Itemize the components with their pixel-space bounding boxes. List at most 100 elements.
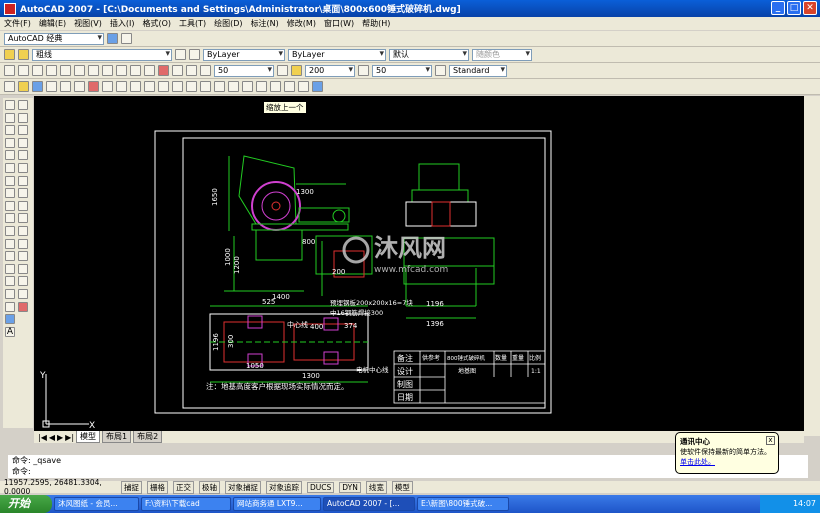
zoom-window-icon[interactable]	[200, 81, 211, 92]
zoom-realtime-icon[interactable]	[186, 81, 197, 92]
sheet-set-icon[interactable]	[270, 81, 281, 92]
paste-icon[interactable]	[116, 81, 127, 92]
vertical-scrollbar[interactable]	[804, 96, 820, 436]
dimstyle-select[interactable]: 50	[214, 64, 274, 77]
save-icon[interactable]	[32, 81, 43, 92]
close-button[interactable]: ✕	[803, 1, 817, 15]
dim-edit-icon[interactable]	[186, 65, 197, 76]
start-button[interactable]: 开始	[0, 495, 52, 513]
task-mfcad[interactable]: 沐风图纸 - 会员...	[54, 497, 139, 511]
tab-nav-prev-icon[interactable]: ◀	[49, 433, 55, 442]
workspace-select[interactable]: AutoCAD 经典	[4, 32, 104, 45]
rectangle-icon[interactable]	[5, 150, 15, 161]
osnap-toggle[interactable]: 对象捕捉	[225, 480, 261, 494]
trim-icon[interactable]	[18, 213, 28, 224]
tolerance-icon[interactable]	[158, 65, 169, 76]
layer-previous-icon[interactable]	[189, 49, 200, 60]
rotate-icon[interactable]	[18, 175, 28, 186]
copy-icon[interactable]	[102, 81, 113, 92]
ellipse-arc-icon[interactable]	[5, 225, 15, 236]
open-file-icon[interactable]	[18, 81, 29, 92]
move-icon[interactable]	[18, 162, 28, 173]
publish-icon[interactable]	[74, 81, 85, 92]
spline-icon[interactable]	[5, 200, 15, 211]
menu-draw[interactable]: 绘图(D)	[214, 18, 242, 29]
minimize-button[interactable]: _	[771, 1, 785, 15]
center-mark-icon[interactable]	[172, 65, 183, 76]
line-icon[interactable]	[5, 100, 15, 110]
stretch-icon[interactable]	[18, 200, 28, 211]
otrack-toggle[interactable]: 对象追踪	[266, 480, 302, 494]
textstyle-select[interactable]: Standard	[449, 64, 507, 77]
lineweight-toggle[interactable]: 线宽	[365, 480, 387, 494]
menu-edit[interactable]: 编辑(E)	[39, 18, 66, 29]
ducs-toggle[interactable]: DUCS	[307, 481, 335, 493]
circle-icon[interactable]	[5, 175, 15, 186]
baseline-dim-icon[interactable]	[130, 65, 141, 76]
menu-tools[interactable]: 工具(T)	[179, 18, 206, 29]
tab-layout1[interactable]: 布局1	[102, 431, 132, 443]
copy-object-icon[interactable]	[18, 112, 28, 123]
explode-icon[interactable]	[18, 301, 28, 312]
undo-icon[interactable]	[144, 81, 155, 92]
dim-text-edit-icon[interactable]	[200, 65, 211, 76]
tab-nav-last-icon[interactable]: ▶|	[65, 433, 74, 442]
dim-scale-icon[interactable]	[358, 65, 369, 76]
lineweight-select[interactable]: 默认	[389, 48, 469, 61]
break-icon[interactable]	[18, 251, 28, 262]
polar-toggle[interactable]: 极轴	[199, 480, 220, 494]
radius-dim-icon[interactable]	[60, 65, 71, 76]
join-icon[interactable]	[18, 263, 28, 274]
color-select[interactable]: ByLayer	[203, 48, 285, 61]
model-toggle[interactable]: 模型	[391, 480, 413, 494]
tab-nav-first-icon[interactable]: |◀	[38, 433, 47, 442]
jogged-dim-icon[interactable]	[74, 65, 85, 76]
make-block-icon[interactable]	[5, 251, 15, 262]
table-style-icon[interactable]	[435, 65, 446, 76]
match-properties-icon[interactable]	[130, 81, 141, 92]
chamfer-icon[interactable]	[18, 276, 28, 287]
dimstyle-icon[interactable]	[277, 65, 288, 76]
balloon-close-icon[interactable]: x	[766, 436, 775, 445]
help-icon[interactable]	[312, 81, 323, 92]
fillet-icon[interactable]	[18, 288, 28, 299]
task-explorer-download[interactable]: F:\资料\下载cad	[141, 497, 231, 511]
plotstyle-select[interactable]: 随颜色	[472, 48, 532, 61]
ellipse-icon[interactable]	[5, 213, 15, 224]
ordinate-dim-icon[interactable]	[46, 65, 57, 76]
insert-block-icon[interactable]	[5, 238, 15, 249]
point-icon[interactable]	[5, 263, 15, 274]
properties-icon[interactable]	[228, 81, 239, 92]
scale-icon[interactable]	[18, 188, 28, 199]
snap-toggle[interactable]: 捕捉	[121, 480, 142, 494]
menu-window[interactable]: 窗口(W)	[324, 18, 354, 29]
angular-dim-icon[interactable]	[102, 65, 113, 76]
region-icon[interactable]	[5, 301, 15, 312]
multiline-text-icon[interactable]: A	[5, 326, 15, 337]
text-height-select[interactable]: 200	[305, 64, 355, 77]
design-center-icon[interactable]	[242, 81, 253, 92]
dyn-toggle[interactable]: DYN	[339, 481, 361, 493]
balloon-link[interactable]: 单击此处。	[680, 457, 774, 467]
offset-icon[interactable]	[18, 137, 28, 148]
linear-dim-icon[interactable]	[4, 65, 15, 76]
plot-icon[interactable]	[46, 81, 57, 92]
menu-dimension[interactable]: 标注(N)	[251, 18, 279, 29]
tab-nav-next-icon[interactable]: ▶	[57, 433, 63, 442]
erase-icon[interactable]	[18, 100, 28, 110]
task-business-chat[interactable]: 网站商务通 LXT9...	[233, 497, 321, 511]
system-clock[interactable]: 14:07	[760, 495, 820, 513]
workspace-save-icon[interactable]	[121, 33, 132, 44]
quick-dim-icon[interactable]	[116, 65, 127, 76]
redo-icon[interactable]	[158, 81, 169, 92]
arc-length-icon[interactable]	[32, 65, 43, 76]
tool-palettes-icon[interactable]	[256, 81, 267, 92]
plot-preview-icon[interactable]	[60, 81, 71, 92]
pan-icon[interactable]	[172, 81, 183, 92]
new-file-icon[interactable]	[4, 81, 15, 92]
zoom-previous-icon[interactable]	[214, 81, 225, 92]
mirror-icon[interactable]	[18, 125, 28, 136]
tab-model[interactable]: 模型	[76, 431, 101, 443]
task-autocad[interactable]: AutoCAD 2007 - [...	[323, 497, 415, 511]
polyline-icon[interactable]	[5, 125, 15, 136]
